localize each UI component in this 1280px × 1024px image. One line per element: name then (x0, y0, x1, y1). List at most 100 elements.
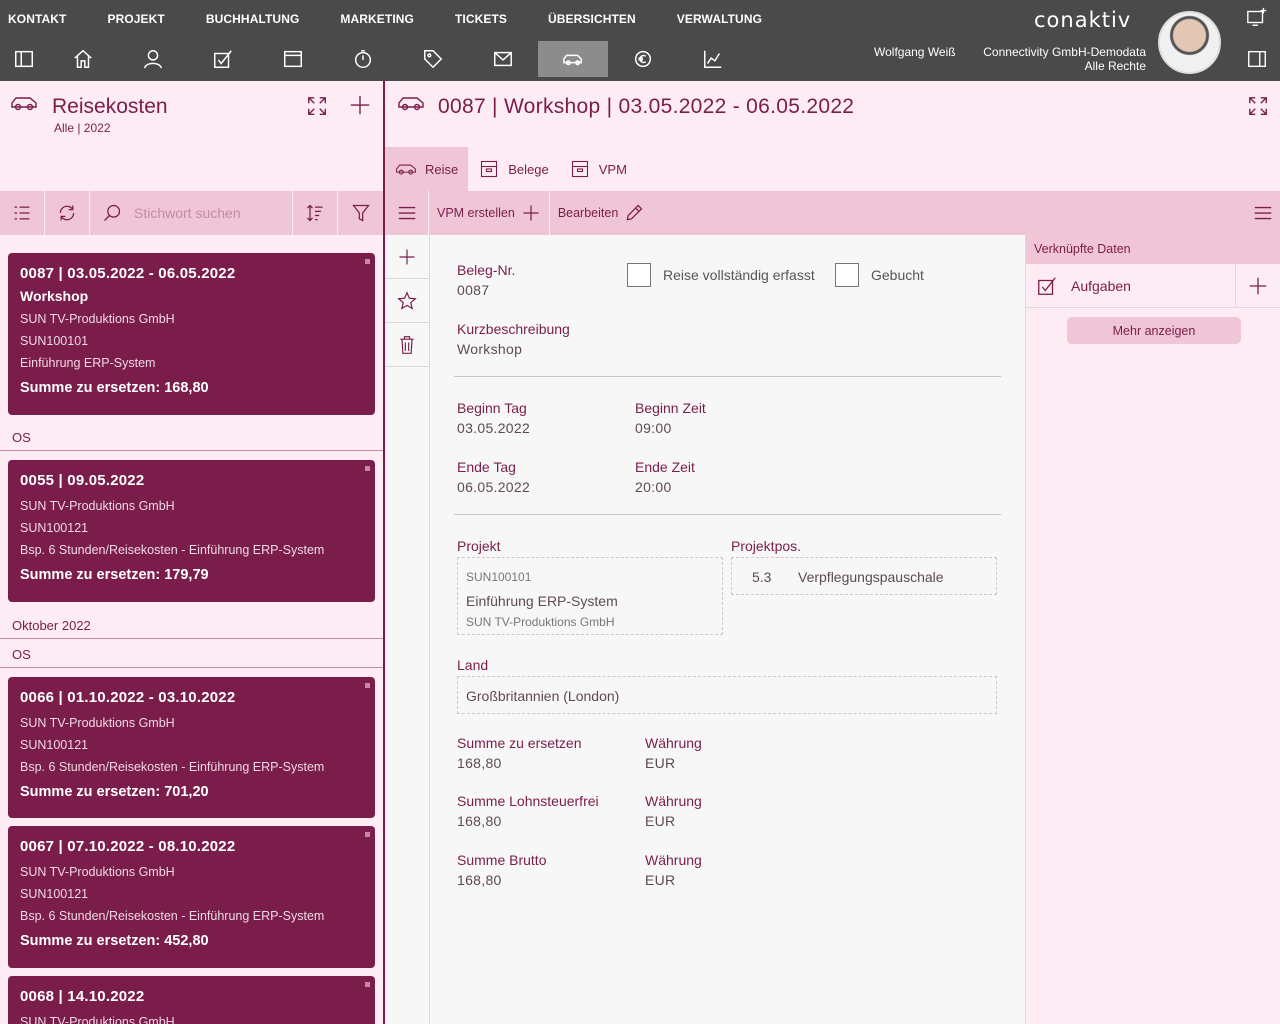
plus-icon (523, 205, 539, 221)
field-label: Währung (645, 852, 702, 868)
end-date: 06.05.2022 (457, 479, 531, 495)
position-name: Verpflegungspauschale (798, 569, 944, 585)
panel-filter-subtitle[interactable]: Alle | 2022 (54, 121, 111, 135)
hamburger-icon[interactable] (385, 191, 429, 235)
card-marker (365, 683, 370, 688)
refresh-icon[interactable] (45, 191, 90, 235)
list-item[interactable]: 0087 | 03.05.2022 - 06.05.2022 Workshop … (8, 253, 375, 415)
company-name: Connectivity GmbH-Demodata (983, 45, 1146, 59)
show-more-button[interactable]: Mehr anzeigen (1067, 317, 1241, 344)
project-position-field[interactable]: 5.3 Verpflegungspauschale (731, 557, 997, 595)
field-label: Beleg-Nr. (457, 262, 516, 278)
mail-icon[interactable] (468, 41, 538, 77)
edit-button[interactable]: Bearbeiten (550, 191, 652, 235)
linked-tasks-label: Aufgaben (1071, 277, 1131, 294)
checkbox-complete[interactable] (627, 263, 651, 287)
sidebar-toggle-icon[interactable] (0, 41, 48, 77)
project-company: SUN TV-Produktions GmbH (466, 615, 615, 629)
checkbox-booked-label: Gebucht (871, 267, 924, 283)
more-menu-icon[interactable] (1252, 202, 1274, 229)
tab-label: Reise (425, 161, 459, 177)
country-field[interactable]: Großbritannien (London) (457, 676, 997, 714)
home-icon[interactable] (48, 41, 118, 77)
sum-to-reimburse: 168,80 (457, 755, 502, 771)
field-label: Summe zu ersetzen (457, 735, 582, 751)
field-label: Beginn Tag (457, 400, 527, 416)
menu-buchhaltung[interactable]: BUCHHALTUNG (198, 0, 300, 36)
list-view-icon[interactable] (0, 191, 45, 235)
country-value: Großbritannien (London) (466, 688, 620, 704)
group-header: OS (0, 644, 383, 668)
start-date: 03.05.2022 (457, 420, 531, 436)
card-subtitle: Workshop (20, 288, 89, 304)
project-field[interactable]: SUN100101 Einführung ERP-System SUN TV-P… (457, 557, 723, 635)
card-sum: Summe zu ersetzen: 452,80 (20, 933, 209, 949)
expand-icon[interactable] (306, 95, 332, 121)
pencil-icon (626, 204, 643, 221)
menu-kontakt[interactable]: KONTAKT (0, 0, 66, 36)
detail-header: 0087 | Workshop | 03.05.2022 - 06.05.202… (385, 81, 1280, 191)
card-marker (365, 832, 370, 837)
card-project-name: Bsp. 6 Stunden/Reisekosten - Einführung … (20, 543, 325, 557)
field-label: Währung (645, 793, 702, 809)
list-item[interactable]: 0066 | 01.10.2022 - 03.10.2022 SUN TV-Pr… (8, 677, 375, 818)
car-icon (10, 93, 38, 118)
search-input[interactable] (134, 205, 284, 221)
sort-icon[interactable] (293, 191, 338, 235)
star-icon[interactable] (385, 279, 429, 323)
car-icon[interactable] (538, 41, 608, 77)
menu-projekt[interactable]: PROJEKT (99, 0, 164, 36)
tasks-icon[interactable] (188, 41, 258, 77)
icon-toolbar (0, 41, 748, 77)
menu-verwaltung[interactable]: VERWALTUNG (669, 0, 762, 36)
receipt-number: 0087 (457, 282, 490, 298)
list-item[interactable]: 0055 | 09.05.2022 SUN TV-Produktions Gmb… (8, 460, 375, 602)
card-company: SUN TV-Produktions GmbH (20, 716, 175, 730)
car-icon (397, 93, 425, 118)
detail-tabs: Reise Belege VPM (385, 147, 637, 191)
checkbox-booked[interactable] (835, 263, 859, 287)
contact-icon[interactable] (118, 41, 188, 77)
timer-icon[interactable] (328, 41, 398, 77)
card-project-name: Einführung ERP-System (20, 356, 156, 370)
expand-icon[interactable] (1247, 95, 1273, 121)
linked-tasks-row[interactable]: Aufgaben (1026, 264, 1280, 308)
trash-icon[interactable] (385, 323, 429, 367)
euro-gear-icon[interactable] (608, 41, 678, 77)
tag-icon[interactable] (398, 41, 468, 77)
company-info[interactable]: Connectivity GmbH-Demodata Alle Rechte (972, 45, 1146, 73)
user-name[interactable]: Wolfgang Weiß (874, 45, 956, 59)
card-project-nr: SUN100121 (20, 521, 89, 535)
new-window-icon[interactable] (1246, 6, 1270, 30)
currency: EUR (645, 813, 676, 829)
field-label: Projekt (457, 538, 501, 554)
search-box (90, 191, 293, 235)
add-icon[interactable] (385, 235, 429, 279)
add-task-button[interactable] (1235, 264, 1280, 308)
window-icon[interactable] (258, 41, 328, 77)
car-icon (396, 164, 416, 175)
avatar[interactable] (1158, 11, 1221, 74)
field-label: Beginn Zeit (635, 400, 706, 416)
button-label: VPM erstellen (437, 206, 515, 220)
list-item[interactable]: 0068 | 14.10.2022 SUN TV-Produktions Gmb… (8, 976, 375, 1024)
card-marker (365, 259, 370, 264)
right-panel-toggle-icon[interactable] (1246, 48, 1270, 72)
filter-icon[interactable] (338, 191, 383, 235)
add-icon[interactable] (349, 94, 375, 120)
menu-uebersichten[interactable]: ÜBERSICHTEN (540, 0, 636, 36)
chart-icon[interactable] (678, 41, 748, 77)
create-vpm-button[interactable]: VPM erstellen (429, 191, 550, 235)
list-item[interactable]: 0067 | 07.10.2022 - 08.10.2022 SUN TV-Pr… (8, 826, 375, 968)
tab-vpm[interactable]: VPM (559, 147, 637, 191)
tab-reise[interactable]: Reise (385, 147, 469, 191)
menu-tickets[interactable]: TICKETS (447, 0, 507, 36)
menu-marketing[interactable]: MARKETING (332, 0, 414, 36)
end-time: 20:00 (635, 479, 672, 495)
card-company: SUN TV-Produktions GmbH (20, 312, 175, 326)
tab-belege[interactable]: Belege (468, 147, 558, 191)
detail-title: 0087 | Workshop | 03.05.2022 - 06.05.202… (438, 95, 855, 118)
project-number: SUN100101 (466, 570, 532, 584)
card-title: 0068 | 14.10.2022 (20, 988, 145, 1005)
travel-expenses-list-panel: Reisekosten Alle | 2022 0087 | 03.05.202… (0, 81, 383, 1024)
